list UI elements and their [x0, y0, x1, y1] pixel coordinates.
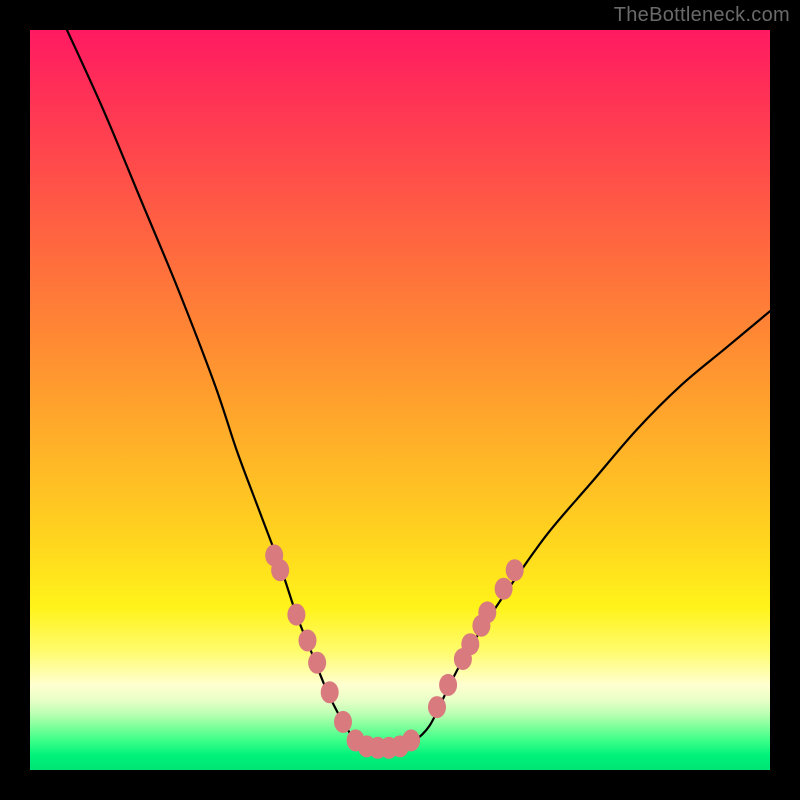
marker-dot	[299, 630, 317, 652]
marker-dot	[402, 729, 420, 751]
marker-dot	[308, 652, 326, 674]
curve-svg	[30, 30, 770, 770]
marker-dot	[506, 559, 524, 581]
marker-dot	[478, 601, 496, 623]
marker-dot	[439, 674, 457, 696]
marker-dot	[287, 604, 305, 626]
marker-dot	[271, 559, 289, 581]
marker-dot	[321, 681, 339, 703]
bottleneck-curve	[67, 30, 770, 748]
marker-group	[265, 544, 524, 758]
marker-dot	[461, 633, 479, 655]
marker-dot	[428, 696, 446, 718]
plot-area	[30, 30, 770, 770]
watermark-text: TheBottleneck.com	[614, 4, 790, 27]
marker-dot	[495, 578, 513, 600]
chart-frame: TheBottleneck.com	[0, 0, 800, 800]
marker-dot	[334, 711, 352, 733]
